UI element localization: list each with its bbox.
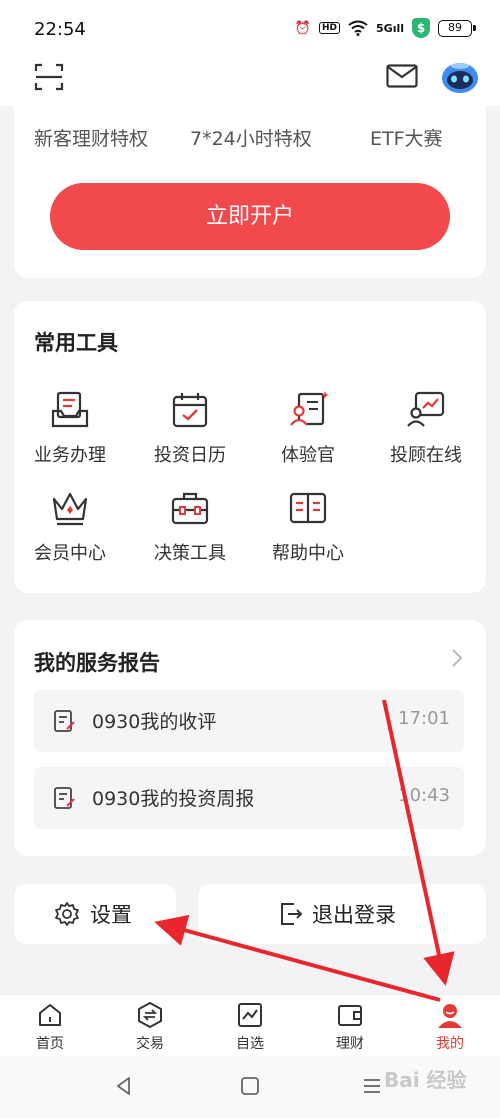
battery-icon: 89 [438,19,476,37]
robot-assistant-icon[interactable] [440,60,480,94]
open-account-button[interactable]: 立即开户 [50,183,450,250]
mail-icon[interactable] [386,64,418,88]
status-icons: ⏰ HD 5Gıll $ 89 [294,18,476,38]
alarm-icon: ⏰ [294,20,311,36]
menu-icon[interactable] [360,1074,384,1098]
tool-label: 体验官 [281,445,335,466]
back-icon[interactable] [112,1074,136,1098]
report-row-time: 17:01 [398,708,450,729]
security-shield-icon: $ [412,18,430,38]
promo-item-new-customer[interactable]: 新客理财特权 [34,124,148,151]
report-document-icon [54,710,75,732]
settings-button[interactable]: 设置 [14,884,176,944]
tab-wealth[interactable]: 理财 [320,1001,380,1053]
logout-button[interactable]: 退出登录 [198,884,486,944]
tools-title: 常用工具 [34,331,118,355]
tab-label: 我的 [436,1036,464,1052]
tool-experience-officer[interactable]: 体验官 [258,389,358,467]
tool-label: 会员中心 [34,543,106,564]
report-row-title: 0930我的投资周报 [92,788,255,810]
tool-member-center[interactable]: 会员中心 [20,487,120,565]
chevron-right-icon[interactable] [450,648,464,668]
investment-calendar-icon [172,393,208,428]
logout-label: 退出登录 [312,903,396,927]
tool-decision-tools[interactable]: 决策工具 [140,487,240,565]
tool-label: 决策工具 [154,543,226,564]
toolbox-icon [171,492,209,525]
report-row-title: 0930我的收评 [92,711,217,733]
gear-icon [55,902,79,926]
home-nav-icon[interactable] [238,1074,262,1098]
crown-icon [52,492,88,526]
tab-label: 自选 [236,1036,264,1052]
hd-icon: HD [318,22,340,34]
common-tools-card: 常用工具 业务办理 投资日历 体验官 投顾在线 会员中心 决策工具 帮助中心 [14,301,486,593]
tool-label: 帮助中心 [272,543,344,564]
open-account-card: 新客理财特权 7*24小时特权 ETF大赛 立即开户 [14,106,486,278]
report-row-time: 10:43 [398,785,450,806]
report-row[interactable]: 0930我的收评 17:01 [34,690,464,752]
tool-advisor-online[interactable]: 投顾在线 [376,389,476,467]
tab-label: 首页 [36,1036,64,1052]
tool-business-handling[interactable]: 业务办理 [20,389,120,467]
business-handling-icon [51,391,89,428]
promo-item-24h[interactable]: 7*24小时特权 [190,124,312,151]
tab-label: 理财 [336,1036,364,1052]
tab-trade[interactable]: 交易 [120,1001,180,1053]
watchlist-icon [238,1003,262,1027]
bottom-tab-bar: 首页 交易 自选 理财 我的 [0,994,500,1056]
signal-icon: 5Gıll [376,21,404,35]
report-document-icon [54,787,75,809]
wifi-icon [348,20,368,36]
report-title: 我的服务报告 [34,651,160,675]
tab-label: 交易 [136,1036,164,1052]
settings-label: 设置 [90,903,132,927]
tool-label: 业务办理 [34,445,106,466]
wallet-icon [338,1005,362,1026]
top-bar [0,56,500,106]
promo-item-etf[interactable]: ETF大赛 [370,124,443,151]
tab-mine[interactable]: 我的 [420,1001,480,1053]
advisor-online-icon [407,391,445,427]
tool-investment-calendar[interactable]: 投资日历 [140,389,240,467]
network-type: 5G [376,21,393,35]
book-icon [289,492,327,524]
watermark: Bai 经验 [384,1068,467,1092]
tab-watchlist[interactable]: 自选 [220,1001,280,1053]
trade-icon [138,1002,162,1028]
report-row[interactable]: 0930我的投资周报 10:43 [34,767,464,829]
logout-icon [281,903,303,925]
tool-label: 投资日历 [154,445,226,466]
status-time: 22:54 [34,19,86,40]
status-bar: 22:54 ⏰ HD 5Gıll $ 89 [0,0,500,56]
tool-help-center[interactable]: 帮助中心 [258,487,358,565]
tool-label: 投顾在线 [390,445,462,466]
experience-officer-icon [290,391,329,426]
scan-icon[interactable] [34,62,64,92]
tab-home[interactable]: 首页 [20,1001,80,1053]
home-icon [39,1004,61,1026]
profile-icon [438,1004,462,1028]
service-report-card: 我的服务报告 0930我的收评 17:01 0930我的投资周报 10:43 [14,620,486,856]
